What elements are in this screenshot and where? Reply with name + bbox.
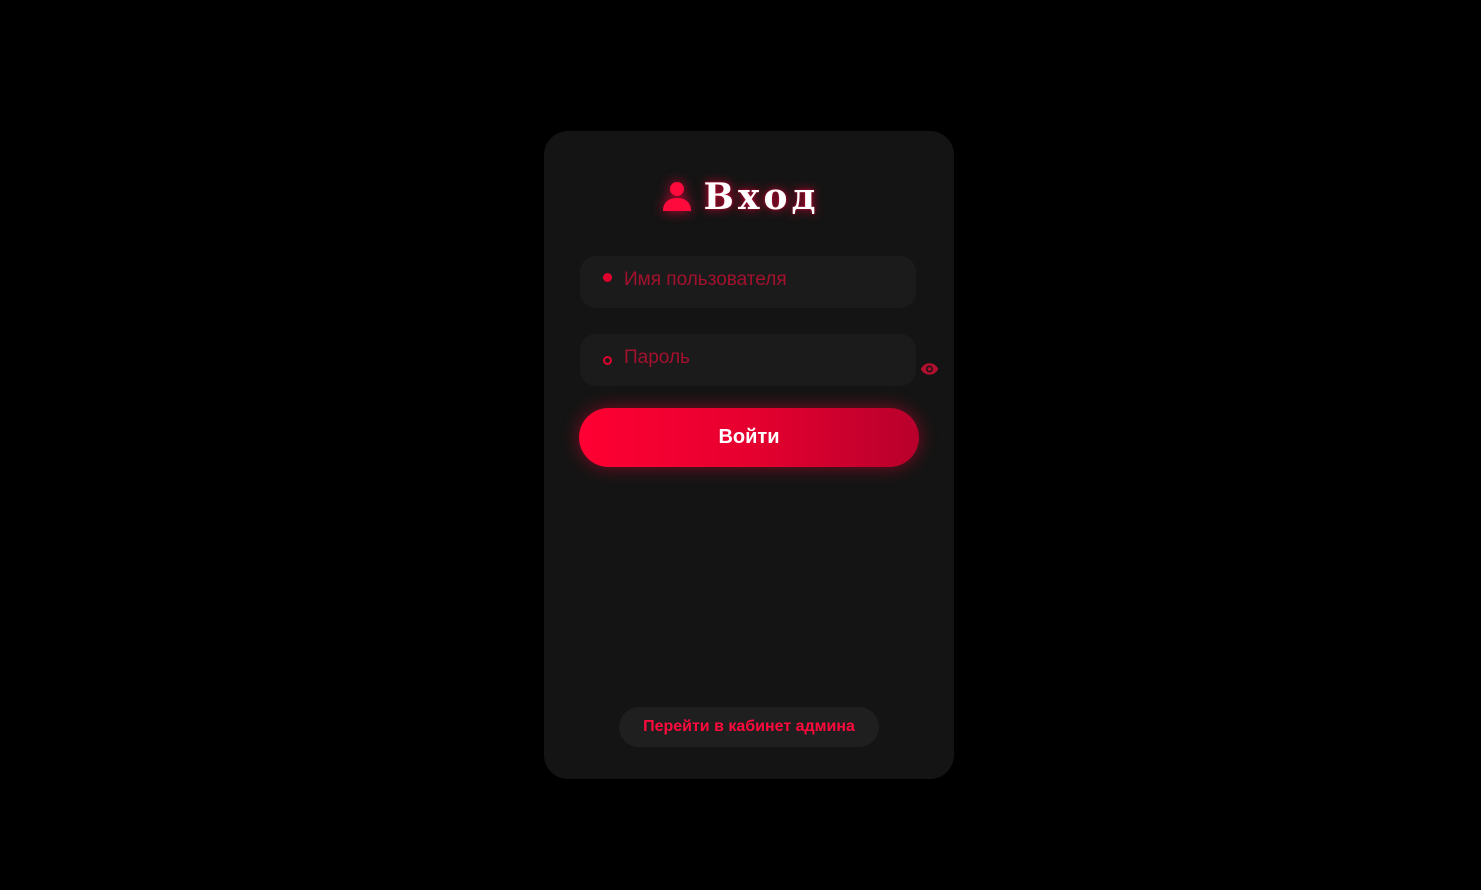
login-title: Вход <box>0 172 1481 222</box>
page-title: Вход <box>703 176 820 218</box>
user-icon <box>662 182 691 211</box>
login-button[interactable]: Войти <box>579 408 919 467</box>
eye-icon[interactable] <box>920 362 939 376</box>
password-field[interactable] <box>580 334 916 386</box>
ring-icon <box>603 356 612 365</box>
password-input[interactable] <box>624 345 904 371</box>
username-field[interactable] <box>580 256 916 308</box>
admin-cabinet-link[interactable]: Перейти в кабинет админа <box>619 707 879 747</box>
username-input[interactable] <box>624 267 904 293</box>
filled-dot-icon <box>603 273 612 282</box>
